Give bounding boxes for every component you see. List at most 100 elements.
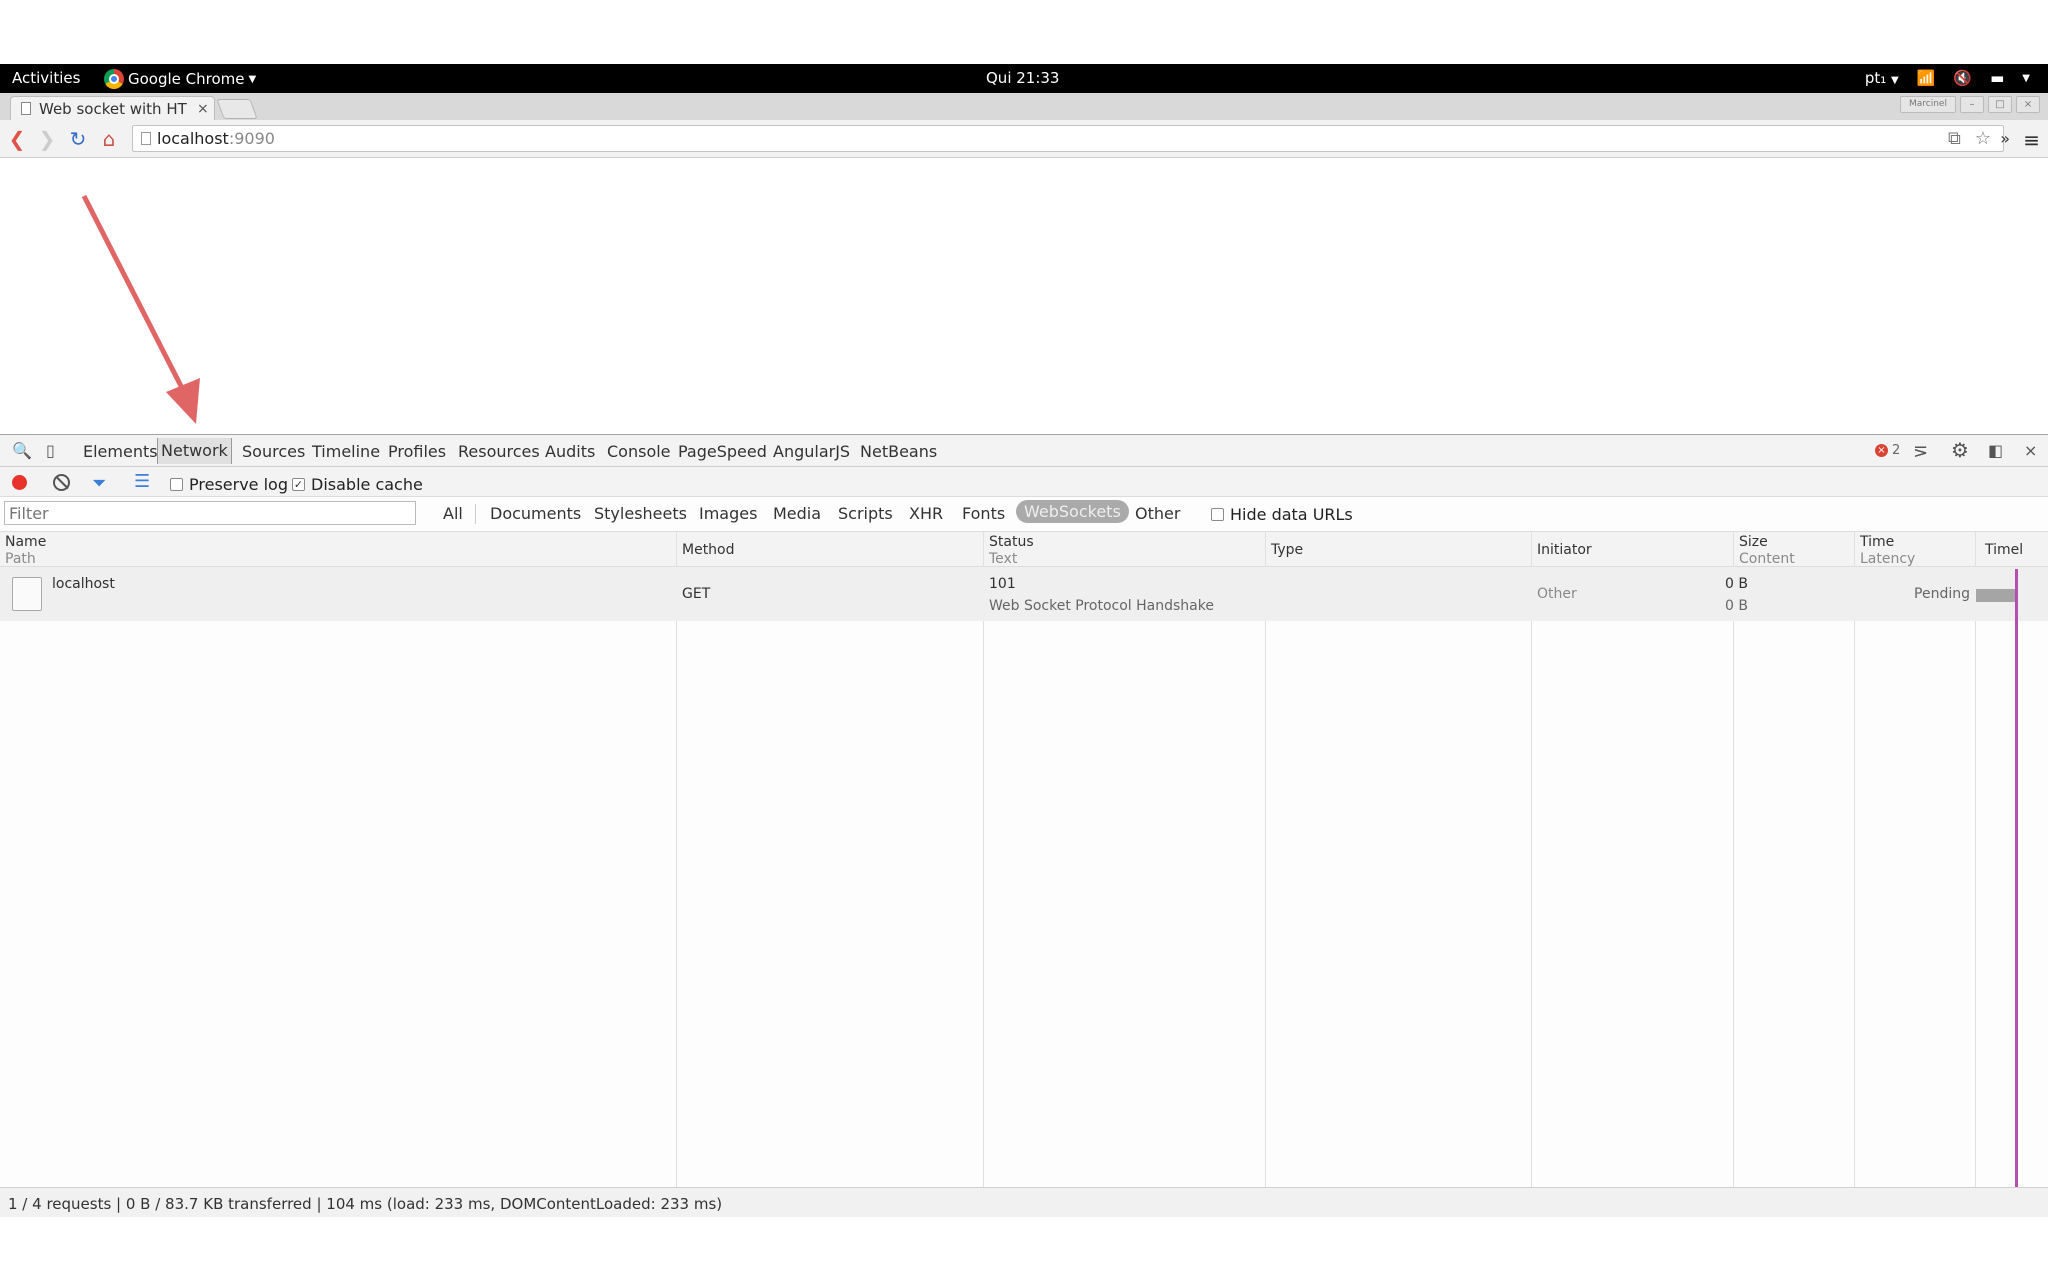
filter-other[interactable]: Other [1135,504,1180,523]
disable-cache-label: Disable cache [311,475,423,494]
column-time[interactable]: Time Latency [1860,534,1915,568]
tab-audits[interactable]: Audits [545,442,595,461]
inspect-search-icon[interactable]: 🔍 [12,441,32,460]
filter-fonts[interactable]: Fonts [962,504,1005,523]
checkbox-unchecked[interactable] [1211,508,1224,521]
keyboard-layout[interactable]: pt₁ ▼ [1865,69,1899,87]
devtools-panel: 🔍 ▯ Elements Network Sources Timeline Pr… [0,434,2048,1217]
hide-data-urls-checkbox[interactable]: Hide data URLs [1211,505,1353,524]
filter-xhr[interactable]: XHR [909,504,943,523]
maximize-icon[interactable]: □ [1988,96,2012,113]
tab-network[interactable]: Network [157,438,232,464]
tab-netbeans[interactable]: NetBeans [860,442,937,461]
column-name[interactable]: Name Path [5,534,46,568]
error-count: 2 [1892,443,1901,458]
tab-resources[interactable]: Resources [458,442,540,461]
profile-button[interactable]: Marcinel [1900,96,1956,113]
column-type[interactable]: Type [1271,542,1303,559]
column-method[interactable]: Method [682,542,735,559]
tab-sources[interactable]: Sources [242,442,305,461]
page-info-icon[interactable] [141,132,151,145]
bookmark-star-icon[interactable]: ☆ [1975,128,1991,149]
filter-websockets[interactable]: WebSockets [1016,500,1129,523]
device-mode-icon[interactable]: ▯ [46,441,55,460]
tab-close-icon[interactable]: × [197,101,209,117]
reload-icon[interactable]: ↻ [67,128,89,150]
filter-input[interactable] [4,501,416,525]
hamburger-menu-icon[interactable]: ≡ [2023,128,2040,152]
disable-cache-checkbox[interactable]: ✓ Disable cache [292,475,423,494]
hide-data-urls-label: Hide data URLs [1230,505,1353,524]
record-icon[interactable] [12,475,27,490]
filter-images[interactable]: Images [699,504,757,523]
activities-button[interactable]: Activities [12,69,80,87]
back-icon[interactable]: ❮ [6,128,28,150]
console-drawer-icon[interactable]: ⋝ [1913,441,1928,462]
checkbox-checked[interactable]: ✓ [292,478,305,491]
extensions-overflow-icon[interactable]: » [2000,129,2010,148]
omnibox-actions: ⧉ ☆ [1948,128,1991,149]
clear-icon[interactable] [53,474,70,491]
column-divider[interactable] [1733,531,1734,1187]
network-summary: 1 / 4 requests | 0 B / 83.7 KB transferr… [0,1187,2048,1217]
column-divider[interactable] [1854,531,1855,1187]
column-divider[interactable] [676,531,677,1187]
close-devtools-icon[interactable]: × [2024,441,2037,460]
file-icon [12,577,42,611]
page-action-icon[interactable]: ⧉ [1948,128,1961,149]
home-icon[interactable]: ⌂ [98,128,120,150]
dock-side-icon[interactable]: ◧ [1988,441,2003,460]
settings-gear-icon[interactable]: ⚙ [1951,438,1969,462]
tab-timeline[interactable]: Timeline [312,442,380,461]
volume-muted-icon[interactable]: 🔇 [1953,69,1972,87]
filter-funnel-icon[interactable]: ⏷ [92,473,106,494]
clock[interactable]: Qui 21:33 [986,69,1059,87]
column-size[interactable]: Size Content [1739,534,1795,568]
column-status[interactable]: Status Text [989,534,1034,568]
filter-stylesheets[interactable]: Stylesheets [594,504,687,523]
tab-pagespeed[interactable]: PageSpeed [678,442,767,461]
forward-icon[interactable]: ❯ [36,128,58,150]
column-divider[interactable] [1531,531,1532,1187]
wifi-icon[interactable]: 📶 [1917,69,1936,87]
chevron-down-icon[interactable]: ▼ [2022,73,2030,84]
request-method: GET [682,586,711,602]
filter-media[interactable]: Media [773,504,821,523]
preserve-log-checkbox[interactable]: Preserve log [170,475,288,494]
system-tray[interactable]: pt₁ ▼ 📶 🔇 ▬ ▼ [1865,69,2030,87]
new-tab-button[interactable] [216,99,258,119]
url-host: localhost [157,129,229,148]
chrome-icon [104,69,124,89]
tab-elements[interactable]: Elements [83,442,158,461]
request-status-text: Web Socket Protocol Handshake [989,598,1214,614]
error-count-badge[interactable]: × 2 [1875,443,1900,458]
column-timeline[interactable]: Timel [1985,542,2023,559]
battery-icon[interactable]: ▬ [1990,69,2004,87]
column-divider[interactable] [983,531,984,1187]
close-window-icon[interactable]: × [2016,96,2040,113]
app-name: Google Chrome [128,70,245,88]
checkbox-unchecked[interactable] [170,478,183,491]
browser-toolbar: ❮ ❯ ↻ ⌂ localhost :9090 ⧉ ☆ » ≡ [0,120,2048,158]
table-row[interactable]: localhost GET 101 Web Socket Protocol Ha… [0,567,2048,621]
preserve-log-label: Preserve log [189,475,288,494]
filter-documents[interactable]: Documents [490,504,581,523]
tab-profiles[interactable]: Profiles [388,442,446,461]
large-rows-icon[interactable]: ☰ [134,471,150,492]
filter-scripts[interactable]: Scripts [838,504,893,523]
keyboard-layout-label: pt₁ [1864,69,1887,87]
app-menu[interactable]: Google Chrome ▼ [104,69,256,89]
filter-all[interactable]: All [443,504,463,523]
request-time: Pending [1914,586,1970,602]
browser-tab[interactable]: Web socket with HT × [10,96,215,120]
column-initiator[interactable]: Initiator [1537,542,1592,559]
column-time-label: Time [1860,534,1895,550]
column-divider[interactable] [1265,531,1266,1187]
address-bar[interactable]: localhost :9090 ⧉ ☆ [132,125,2004,152]
tab-console[interactable]: Console [607,442,671,461]
column-divider[interactable] [1975,531,1976,1187]
minimize-icon[interactable]: – [1960,96,1984,113]
tab-angularjs[interactable]: AngularJS [773,442,850,461]
gnome-top-bar: Activities Google Chrome ▼ Qui 21:33 pt₁… [0,64,2048,93]
error-icon: × [1875,444,1888,457]
